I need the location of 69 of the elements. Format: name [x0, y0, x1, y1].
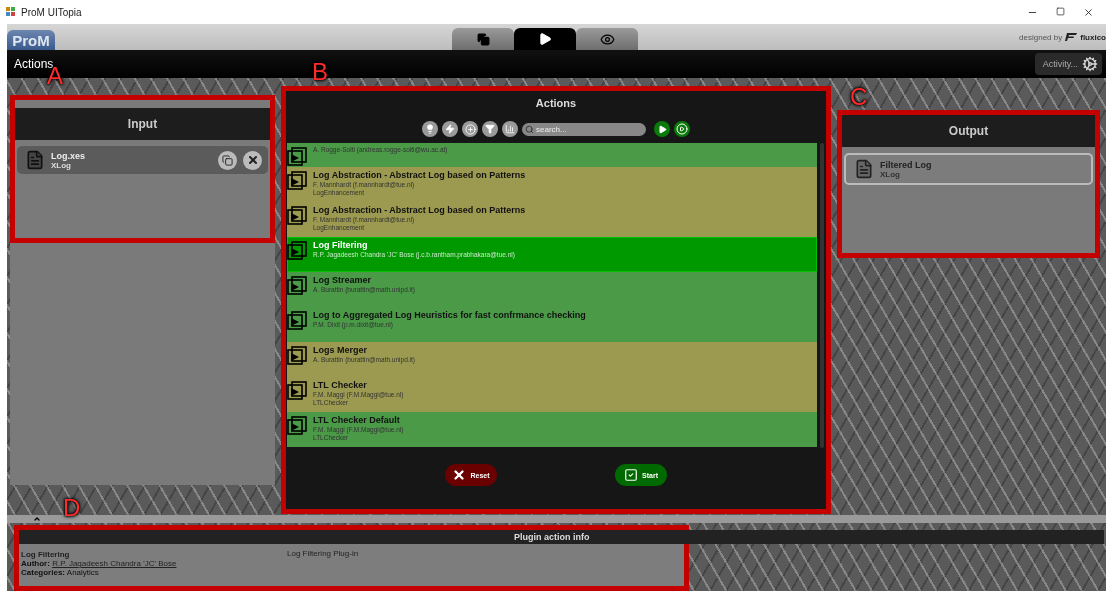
view-tab[interactable] — [576, 28, 638, 50]
checkbox-icon — [624, 468, 638, 482]
info-header: Plugin action info — [19, 530, 1104, 544]
play-stack-icon — [287, 240, 307, 260]
close-icon[interactable] — [1083, 6, 1094, 18]
collapse-icon[interactable] — [33, 515, 41, 523]
prom-logo: ProM — [7, 30, 55, 50]
eye-icon — [599, 31, 615, 47]
play-stack-icon — [287, 275, 307, 295]
plugin-name: Log Abstraction - Abstract Log based on Patterns — [313, 205, 526, 215]
annotation-letter: D — [63, 496, 81, 520]
search-field[interactable]: search... — [522, 122, 646, 136]
bolt-icon[interactable] — [442, 121, 458, 137]
panel-header: Input — [15, 108, 270, 140]
credit-text: designed by — [1019, 32, 1063, 42]
panel-title: Actions — [535, 97, 577, 109]
play-stack-icon — [287, 310, 307, 330]
close-button[interactable] — [243, 150, 262, 170]
document-icon — [25, 150, 45, 170]
play-window-icon[interactable] — [654, 121, 670, 137]
annotation-letter: B — [312, 60, 328, 84]
plugin-name: Log Streamer — [313, 275, 373, 285]
filter-icon[interactable] — [482, 121, 498, 137]
close-icon — [452, 468, 467, 482]
gear-icon — [1082, 56, 1098, 72]
brand-icon — [1065, 33, 1078, 41]
brand-name: fluxico — [1080, 32, 1106, 42]
plugin-name: LTL Checker — [313, 380, 368, 390]
app-icon — [6, 7, 16, 17]
search-icon — [525, 124, 534, 134]
play-circle-icon[interactable] — [674, 121, 690, 137]
plugin-name: Log Filtering — [313, 240, 369, 250]
play-stack-icon — [287, 345, 307, 365]
view-tab[interactable] — [452, 28, 514, 50]
activity-button[interactable]: Activity... — [1034, 53, 1102, 75]
author-link[interactable]: R.P. Jagadeesh Chandra 'JC' Bose — [52, 559, 177, 568]
panel-header: Output — [842, 115, 1095, 147]
file-item[interactable]: Log.xes XLog — [17, 146, 268, 174]
plus-icon[interactable] — [462, 121, 478, 137]
copy-button[interactable] — [218, 150, 237, 170]
categories-line: Categories: Analytics — [21, 568, 100, 577]
copy-icon — [476, 32, 490, 46]
plugin-name: Log to Aggregated Log Heuristics for fast confrmance checking — [313, 310, 586, 320]
plugin-description: Log Filtering Plug-in — [287, 549, 360, 559]
play-stack-icon — [287, 146, 307, 166]
annotation-letter: C — [850, 85, 868, 109]
play-icon — [538, 32, 552, 46]
file-type: XLog — [880, 169, 901, 179]
close-icon — [246, 154, 259, 166]
play-stack-icon — [287, 415, 307, 435]
file-item[interactable]: Filtered Log XLog — [844, 153, 1093, 185]
chart-icon[interactable] — [502, 121, 518, 137]
play-stack-icon — [287, 170, 307, 190]
file-name: Log.xes — [51, 150, 86, 161]
maximize-icon[interactable] — [1056, 6, 1065, 16]
copy-icon — [222, 154, 233, 166]
author-line: Author: R.P. Jagadeesh Chandra 'JC' Bose — [21, 559, 178, 568]
view-tab[interactable] — [514, 28, 576, 50]
document-icon — [854, 159, 874, 179]
window-title: ProM UITopia — [21, 6, 83, 18]
lightbulb-icon[interactable] — [422, 121, 438, 137]
file-name: Filtered Log — [880, 159, 933, 170]
file-type: XLog — [51, 160, 71, 170]
plugin-name: Logs Merger — [313, 345, 368, 355]
plugin-name: Log Abstraction - Abstract Log based on Patterns — [313, 170, 526, 180]
play-stack-icon — [287, 205, 307, 225]
play-stack-icon — [287, 380, 307, 400]
plugin-name: Log Filtering — [21, 550, 71, 559]
plugin-name: LTL Checker Default — [313, 415, 401, 425]
